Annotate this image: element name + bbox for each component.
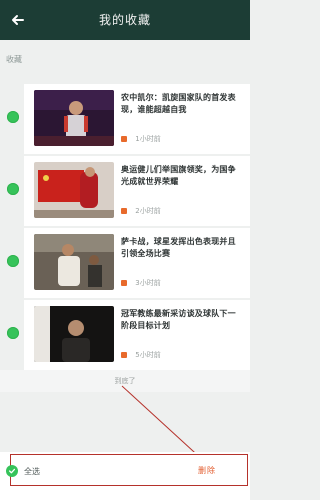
source-icon xyxy=(121,208,127,214)
item-time: 2小时前 xyxy=(135,207,161,215)
thumbnail-image xyxy=(34,90,114,146)
source-icon xyxy=(121,280,127,286)
section-label: 收藏 xyxy=(6,55,22,64)
top-bar: 我的收藏 xyxy=(0,0,250,40)
list-item[interactable]: 冠军教练最新采访谈及球队下一阶段目标计划 5小时前 xyxy=(0,300,250,370)
news-card[interactable]: 萨卡战，球星发挥出色表现并且引领全场比赛 3小时前 xyxy=(24,228,250,298)
page-title: 我的收藏 xyxy=(98,13,151,27)
news-card[interactable]: 奥运健儿们举国旗领奖，为国争光成就世界荣耀 2小时前 xyxy=(24,156,250,226)
item-checkbox[interactable] xyxy=(7,183,19,195)
thumbnail-image xyxy=(34,234,114,290)
select-all-toggle[interactable]: 全选 xyxy=(6,465,40,477)
list-item[interactable]: 萨卡战，球星发挥出色表现并且引领全场比赛 3小时前 xyxy=(0,228,250,298)
item-meta: 2小时前 xyxy=(121,206,161,216)
item-title: 农中凯尔：凯旋国家队的首发表现，谁能超越自我 xyxy=(121,93,236,114)
item-checkbox[interactable] xyxy=(7,255,19,267)
list-item[interactable]: 奥运健儿们举国旗领奖，为国争光成就世界荣耀 2小时前 xyxy=(0,156,250,226)
thumbnail-image xyxy=(34,162,114,218)
list-end-text: 到底了 xyxy=(114,377,136,385)
item-time: 3小时前 xyxy=(135,279,161,287)
item-title: 冠军教练最新采访谈及球队下一阶段目标计划 xyxy=(121,309,236,330)
item-checkbox[interactable] xyxy=(7,327,19,339)
item-meta: 1小时前 xyxy=(121,134,161,144)
thumbnail-image xyxy=(34,306,114,362)
news-card[interactable]: 冠军教练最新采访谈及球队下一阶段目标计划 5小时前 xyxy=(24,300,250,370)
news-card[interactable]: 农中凯尔：凯旋国家队的首发表现，谁能超越自我 1小时前 xyxy=(24,84,250,154)
check-icon[interactable] xyxy=(6,465,18,477)
select-all-label[interactable]: 全选 xyxy=(24,466,40,477)
list-item[interactable]: 农中凯尔：凯旋国家队的首发表现，谁能超越自我 1小时前 xyxy=(0,84,250,154)
item-checkbox[interactable] xyxy=(7,111,19,123)
item-time: 1小时前 xyxy=(135,135,161,143)
item-title: 萨卡战，球星发挥出色表现并且引领全场比赛 xyxy=(121,237,236,258)
delete-button[interactable]: 删除 xyxy=(198,465,216,476)
item-meta: 3小时前 xyxy=(121,278,161,288)
source-icon xyxy=(121,136,127,142)
source-icon xyxy=(121,352,127,358)
bottom-action-bar: 全选 删除 xyxy=(0,452,250,500)
list-end-indicator: 到底了 xyxy=(0,370,250,392)
item-title: 奥运健儿们举国旗领奖，为国争光成就世界荣耀 xyxy=(121,165,236,186)
item-meta: 5小时前 xyxy=(121,350,161,360)
item-time: 5小时前 xyxy=(135,351,161,359)
